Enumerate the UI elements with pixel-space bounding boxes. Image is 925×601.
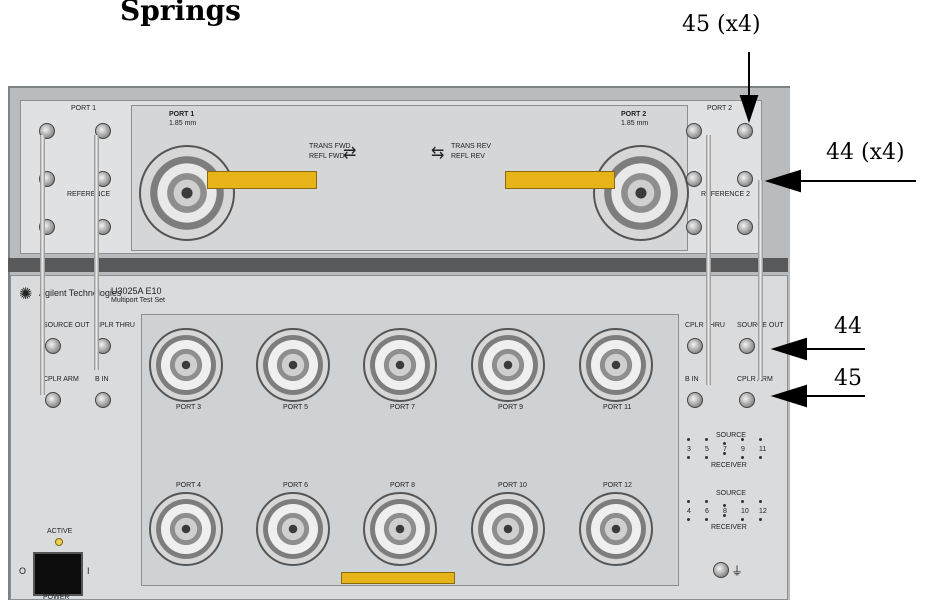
arrow-head-icon bbox=[770, 384, 807, 408]
arrow-head-icon bbox=[764, 169, 801, 193]
arrow-head-icon bbox=[739, 95, 759, 124]
callout-arrows bbox=[739, 52, 916, 408]
arrow-head-icon bbox=[770, 337, 807, 361]
